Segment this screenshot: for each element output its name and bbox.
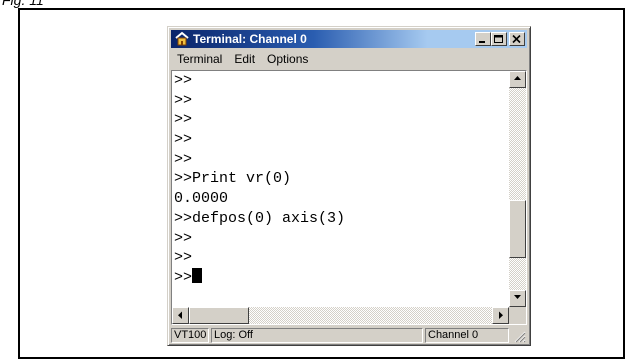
- scroll-down-button[interactable]: [509, 290, 526, 307]
- arrow-right-icon: [499, 311, 503, 319]
- scroll-corner: [509, 307, 526, 324]
- horizontal-scrollbar[interactable]: [172, 307, 509, 324]
- terminal-line: 0.0000: [174, 190, 229, 208]
- scroll-left-button[interactable]: [172, 307, 189, 324]
- text-cursor: [192, 267, 203, 283]
- arrow-down-icon: [514, 295, 521, 299]
- horizontal-scroll-thumb[interactable]: [189, 307, 249, 324]
- arrow-left-icon: [178, 311, 182, 319]
- terminal-line: >>Print vr(0): [174, 170, 292, 188]
- resize-grip-icon[interactable]: [514, 331, 526, 343]
- terminal-line: >>: [172, 267, 509, 288]
- vertical-scroll-thumb[interactable]: [509, 200, 526, 259]
- status-mode: VT100: [171, 328, 209, 343]
- terminal-line: >>: [174, 131, 193, 149]
- terminal-line: >>: [174, 91, 193, 109]
- scroll-right-button[interactable]: [492, 307, 509, 324]
- vertical-scrollbar[interactable]: [509, 71, 526, 307]
- terminal-line: >>: [174, 72, 193, 89]
- menu-options[interactable]: Options: [261, 50, 314, 68]
- terminal-app-icon[interactable]: [174, 31, 190, 47]
- maximize-icon: [494, 35, 503, 43]
- menu-bar: Terminal Edit Options: [171, 50, 314, 68]
- status-channel: Channel 0: [425, 328, 509, 343]
- terminal-window: Terminal: Channel 0 Terminal Edit Option…: [167, 26, 531, 346]
- terminal-line: >>defpos(0) axis(3): [174, 209, 346, 227]
- terminal-line: >>: [174, 111, 193, 129]
- figure-caption: Fig. 11: [2, 0, 44, 8]
- arrow-up-icon: [514, 76, 521, 80]
- title-bar[interactable]: Terminal: Channel 0: [171, 30, 527, 48]
- menu-terminal[interactable]: Terminal: [171, 50, 228, 68]
- close-icon: [512, 35, 521, 44]
- minimize-button[interactable]: [475, 32, 491, 46]
- caption-buttons: [475, 32, 525, 46]
- status-bar: VT100 Log: Off Channel 0: [171, 327, 527, 344]
- terminal-line: >>: [174, 249, 193, 267]
- menu-edit-label: Edit: [234, 52, 256, 66]
- scroll-up-button[interactable]: [509, 71, 526, 88]
- terminal-line: >>: [174, 229, 193, 247]
- menu-options-label: Options: [267, 52, 309, 66]
- terminal-area: >> >> >> >> >> >>Print vr(0) 0.0000 >>defpos(0)…: [171, 70, 527, 325]
- maximize-button[interactable]: [491, 32, 507, 46]
- close-button[interactable]: [509, 32, 525, 46]
- terminal-line: >>: [174, 150, 193, 168]
- window-title: Terminal: Channel 0: [193, 32, 307, 46]
- menu-terminal-label: Terminal: [177, 52, 223, 66]
- terminal-output[interactable]: >> >> >> >> >> >>Print vr(0) 0.0000 >>defpos(0)…: [172, 71, 509, 307]
- menu-edit[interactable]: Edit: [228, 50, 261, 68]
- minimize-icon: [479, 41, 485, 43]
- status-log: Log: Off: [211, 328, 423, 343]
